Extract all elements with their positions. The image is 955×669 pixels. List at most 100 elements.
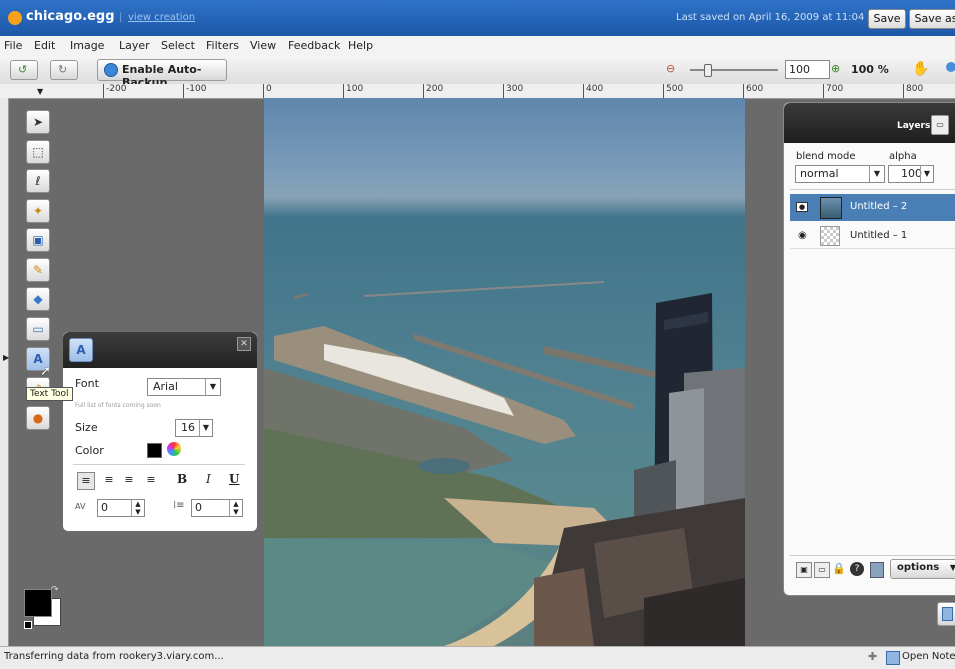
paint-bucket-icon: ◆: [33, 292, 43, 306]
stepper-arrows-icon[interactable]: ▲ ▼: [131, 500, 144, 516]
menu-bar: File Edit Image Layer Select Filters Vie…: [0, 36, 955, 57]
panel-toggle-icon[interactable]: ▭: [931, 115, 949, 135]
ruler-label: 300: [506, 84, 524, 94]
title-bar: chicago.egg | view creation Last saved o…: [0, 0, 955, 36]
menu-layer[interactable]: Layer: [119, 39, 150, 52]
layer-row[interactable]: ● Untitled – 2: [790, 194, 955, 221]
duplicate-layer-icon[interactable]: ▭: [814, 562, 830, 578]
status-message: Transferring data from rookery3.viary.co…: [4, 651, 224, 662]
magic-wand-tool-button[interactable]: ✦: [26, 199, 50, 223]
line-spacing-value: 0: [195, 501, 202, 514]
align-justify-icon[interactable]: ≡: [143, 472, 159, 488]
smudge-icon: ●: [32, 411, 44, 425]
close-icon[interactable]: ✕: [237, 337, 251, 351]
menu-select[interactable]: Select: [161, 39, 195, 52]
layer-row[interactable]: ◉ Untitled – 1: [790, 224, 955, 249]
ruler-label: 0: [266, 84, 272, 94]
help-icon[interactable]: ?: [850, 562, 864, 576]
zoom-in-icon[interactable]: ⊕: [831, 62, 840, 75]
font-note: Full list of fonts coming soon: [75, 402, 161, 409]
zoom-slider-handle[interactable]: [704, 64, 712, 77]
color-wheel-icon[interactable]: [167, 442, 181, 456]
navigator-icon[interactable]: [946, 62, 955, 72]
save-as-button[interactable]: Save as: [909, 9, 955, 29]
document-title: chicago.egg: [26, 9, 115, 24]
save-button[interactable]: Save: [868, 9, 906, 29]
redo-icon: ↻: [58, 63, 68, 76]
size-label: Size: [75, 421, 98, 434]
hand-tool-icon[interactable]: ✋: [912, 61, 929, 77]
image-canvas[interactable]: [264, 98, 745, 646]
undo-button[interactable]: ↺: [10, 60, 38, 80]
menu-help[interactable]: Help: [348, 39, 373, 52]
ruler-label: 100: [346, 84, 364, 94]
smudge-tool-button[interactable]: ●: [26, 406, 50, 430]
menu-file[interactable]: File: [4, 39, 22, 52]
visibility-eye-icon[interactable]: ◉: [798, 230, 807, 241]
line-spacing-stepper[interactable]: 0 ▲ ▼: [191, 499, 243, 517]
size-select[interactable]: 16 ▼: [175, 419, 213, 437]
view-creation-link[interactable]: view creation: [128, 12, 195, 23]
stepper-arrows-icon[interactable]: ▲ ▼: [229, 500, 242, 516]
horizontal-ruler: ▼ -200 -100 0 100 200 300 400 500 600 70…: [0, 84, 955, 99]
new-layer-icon[interactable]: ▣: [796, 562, 812, 578]
menu-view[interactable]: View: [250, 39, 276, 52]
brush-tool-button[interactable]: ✎: [26, 258, 50, 282]
underline-button[interactable]: U: [229, 472, 239, 486]
bold-button[interactable]: B: [177, 472, 187, 486]
pin-icon[interactable]: ✚: [868, 650, 877, 663]
menu-edit[interactable]: Edit: [34, 39, 55, 52]
zoom-out-icon[interactable]: ⊖: [666, 62, 675, 75]
zoom-input[interactable]: 100: [785, 60, 830, 79]
letter-spacing-value: 0: [101, 501, 108, 514]
swap-colors-icon[interactable]: ↷: [51, 585, 59, 595]
menu-feedback[interactable]: Feedback: [288, 39, 340, 52]
align-right-icon[interactable]: ≡: [121, 472, 137, 488]
eraser-tool-button[interactable]: ▭: [26, 317, 50, 341]
crop-tool-button[interactable]: ▣: [26, 228, 50, 252]
text-tool-panel: A ✕ Font Arial ▼ Full list of fonts comi…: [62, 331, 258, 532]
italic-button[interactable]: I: [206, 472, 211, 486]
foreground-color-swatch[interactable]: [24, 589, 52, 617]
font-select[interactable]: Arial ▼: [147, 378, 221, 396]
blend-mode-label: blend mode: [796, 151, 856, 162]
ruler-label: -100: [186, 84, 207, 94]
lasso-icon: ℓ: [35, 174, 41, 188]
move-icon: ➤: [32, 115, 44, 129]
reset-colors-icon[interactable]: [24, 621, 32, 629]
ruler-label: 500: [666, 84, 684, 94]
menu-image[interactable]: Image: [70, 39, 104, 52]
lock-layer-icon[interactable]: 🔒: [832, 562, 846, 576]
enable-auto-backup-button[interactable]: Enable Auto-Backup: [97, 59, 227, 89]
vertical-ruler: [0, 98, 9, 646]
options-button[interactable]: options ▼: [890, 559, 955, 579]
letter-spacing-stepper[interactable]: 0 ▲ ▼: [97, 499, 145, 517]
chevron-down-icon: ▼: [199, 420, 212, 436]
divider: [790, 189, 955, 190]
lasso-tool-button[interactable]: ℓ: [26, 169, 50, 193]
title-separator: |: [119, 12, 123, 23]
status-bar: Transferring data from rookery3.viary.co…: [0, 646, 955, 669]
align-center-icon[interactable]: ≡: [101, 472, 117, 488]
visibility-eye-icon[interactable]: ●: [796, 202, 808, 212]
open-notebook-link[interactable]: Open Notebook: [902, 651, 955, 662]
layers-title: Layers: [897, 121, 931, 131]
eraser-icon: ▭: [32, 322, 44, 336]
backup-clock-icon: [104, 63, 118, 77]
magic-wand-icon: ✦: [32, 204, 44, 218]
redo-button[interactable]: ↻: [50, 60, 78, 80]
menu-filters[interactable]: Filters: [206, 39, 239, 52]
move-tool-button[interactable]: ➤: [26, 110, 50, 134]
notebook-toggle-button[interactable]: [937, 602, 955, 626]
align-left-icon[interactable]: ≡: [77, 472, 95, 490]
ruler-arrow-icon: ▼: [37, 87, 44, 96]
font-value: Arial: [153, 380, 178, 393]
last-saved-status: Last saved on April 16, 2009 at 11:04 AM: [676, 12, 884, 23]
delete-layer-icon[interactable]: [870, 562, 884, 578]
blend-mode-select[interactable]: normal ▼: [795, 165, 885, 183]
alpha-select[interactable]: 100 ▼: [888, 165, 934, 183]
fill-tool-button[interactable]: ◆: [26, 287, 50, 311]
text-color-swatch[interactable]: [147, 443, 162, 458]
marquee-tool-button[interactable]: ⬚: [26, 140, 50, 164]
chevron-down-icon: ▼: [869, 166, 884, 182]
